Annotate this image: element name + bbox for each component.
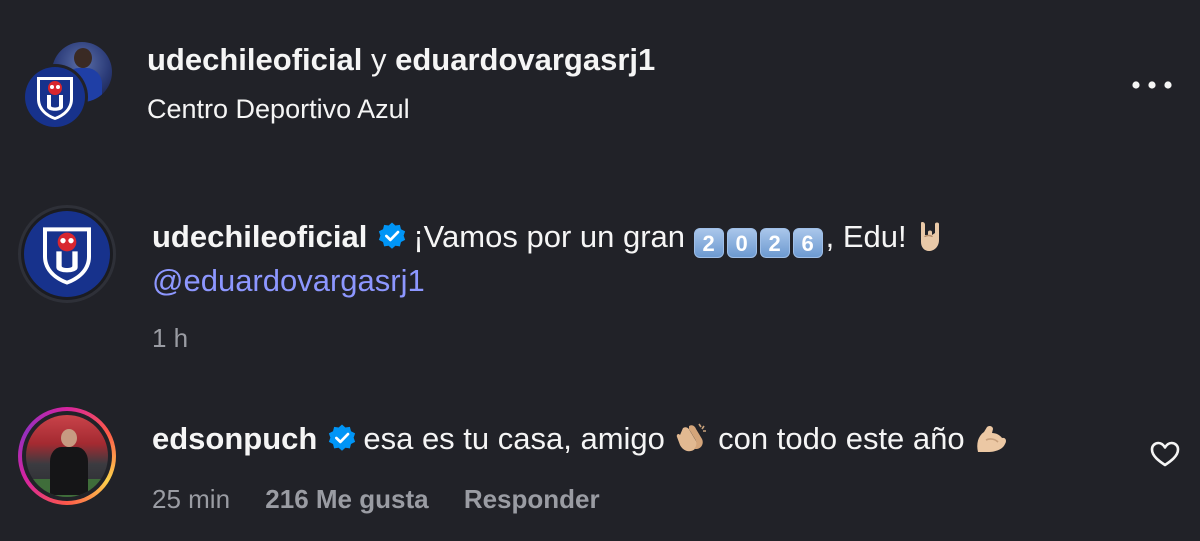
keycap-digit: 0 (726, 228, 757, 258)
keycap-digit: 2 (759, 228, 790, 258)
comment-body-text: ¡Vamos por un gran (413, 219, 686, 254)
comment-meta: 1 h (152, 323, 216, 354)
like-comment-button[interactable] (1150, 440, 1190, 476)
club-crest-icon (43, 227, 91, 285)
verified-badge-icon (379, 222, 406, 249)
flexed-biceps-emoji-icon (977, 425, 1007, 452)
mention-link[interactable]: @eduardovargasrj1 (152, 263, 425, 299)
author-username-2[interactable]: eduardovargasrj1 (395, 42, 655, 77)
comment-time: 25 min (152, 484, 231, 514)
comment-body-text-end: , Edu! (825, 219, 907, 254)
more-options-button[interactable] (1128, 70, 1176, 100)
post-comments-panel: udechileoficial y eduardovargasrj1 Centr… (0, 0, 1200, 541)
likes-count-button[interactable]: 216 Me gusta (265, 484, 428, 514)
post-authors: udechileoficial y eduardovargasrj1 (147, 42, 655, 78)
post-location[interactable]: Centro Deportivo Azul (147, 94, 410, 125)
comment-username[interactable]: udechileoficial (152, 219, 367, 254)
comment-body-text: esa es tu casa, amigo (363, 421, 665, 456)
club-crest-icon (37, 77, 73, 120)
more-options-icon (1132, 81, 1172, 89)
author-separator: y (370, 42, 387, 77)
comment-avatar[interactable] (18, 407, 116, 505)
rock-hand-emoji-icon (921, 222, 940, 251)
comment-time: 1 h (152, 323, 189, 353)
keycap-digit: 6 (792, 228, 823, 258)
verified-badge-icon (329, 424, 356, 451)
author-username-1[interactable]: udechileoficial (147, 42, 362, 77)
collab-avatars[interactable] (22, 42, 114, 132)
comment-text-line: edsonpuch esa es tu casa, amigo con todo… (152, 421, 1009, 457)
comment-avatar[interactable] (18, 205, 116, 303)
keycap-digits: 2026 (693, 219, 826, 258)
comment-text-line: udechileoficial ¡Vamos por un gran 2026,… (152, 219, 947, 258)
comment-username[interactable]: edsonpuch (152, 421, 317, 456)
comment-meta: 25 min 216 Me gusta Responder (152, 484, 628, 515)
keycap-digit: 2 (693, 228, 724, 258)
post-header: udechileoficial y eduardovargasrj1 Centr… (0, 0, 1200, 150)
clapping-hands-emoji-icon (676, 423, 706, 452)
comment-body-text-2: con todo este año (718, 421, 965, 456)
reply-button[interactable]: Responder (464, 484, 600, 514)
club-avatar[interactable] (22, 64, 88, 130)
heart-icon (1150, 441, 1180, 467)
